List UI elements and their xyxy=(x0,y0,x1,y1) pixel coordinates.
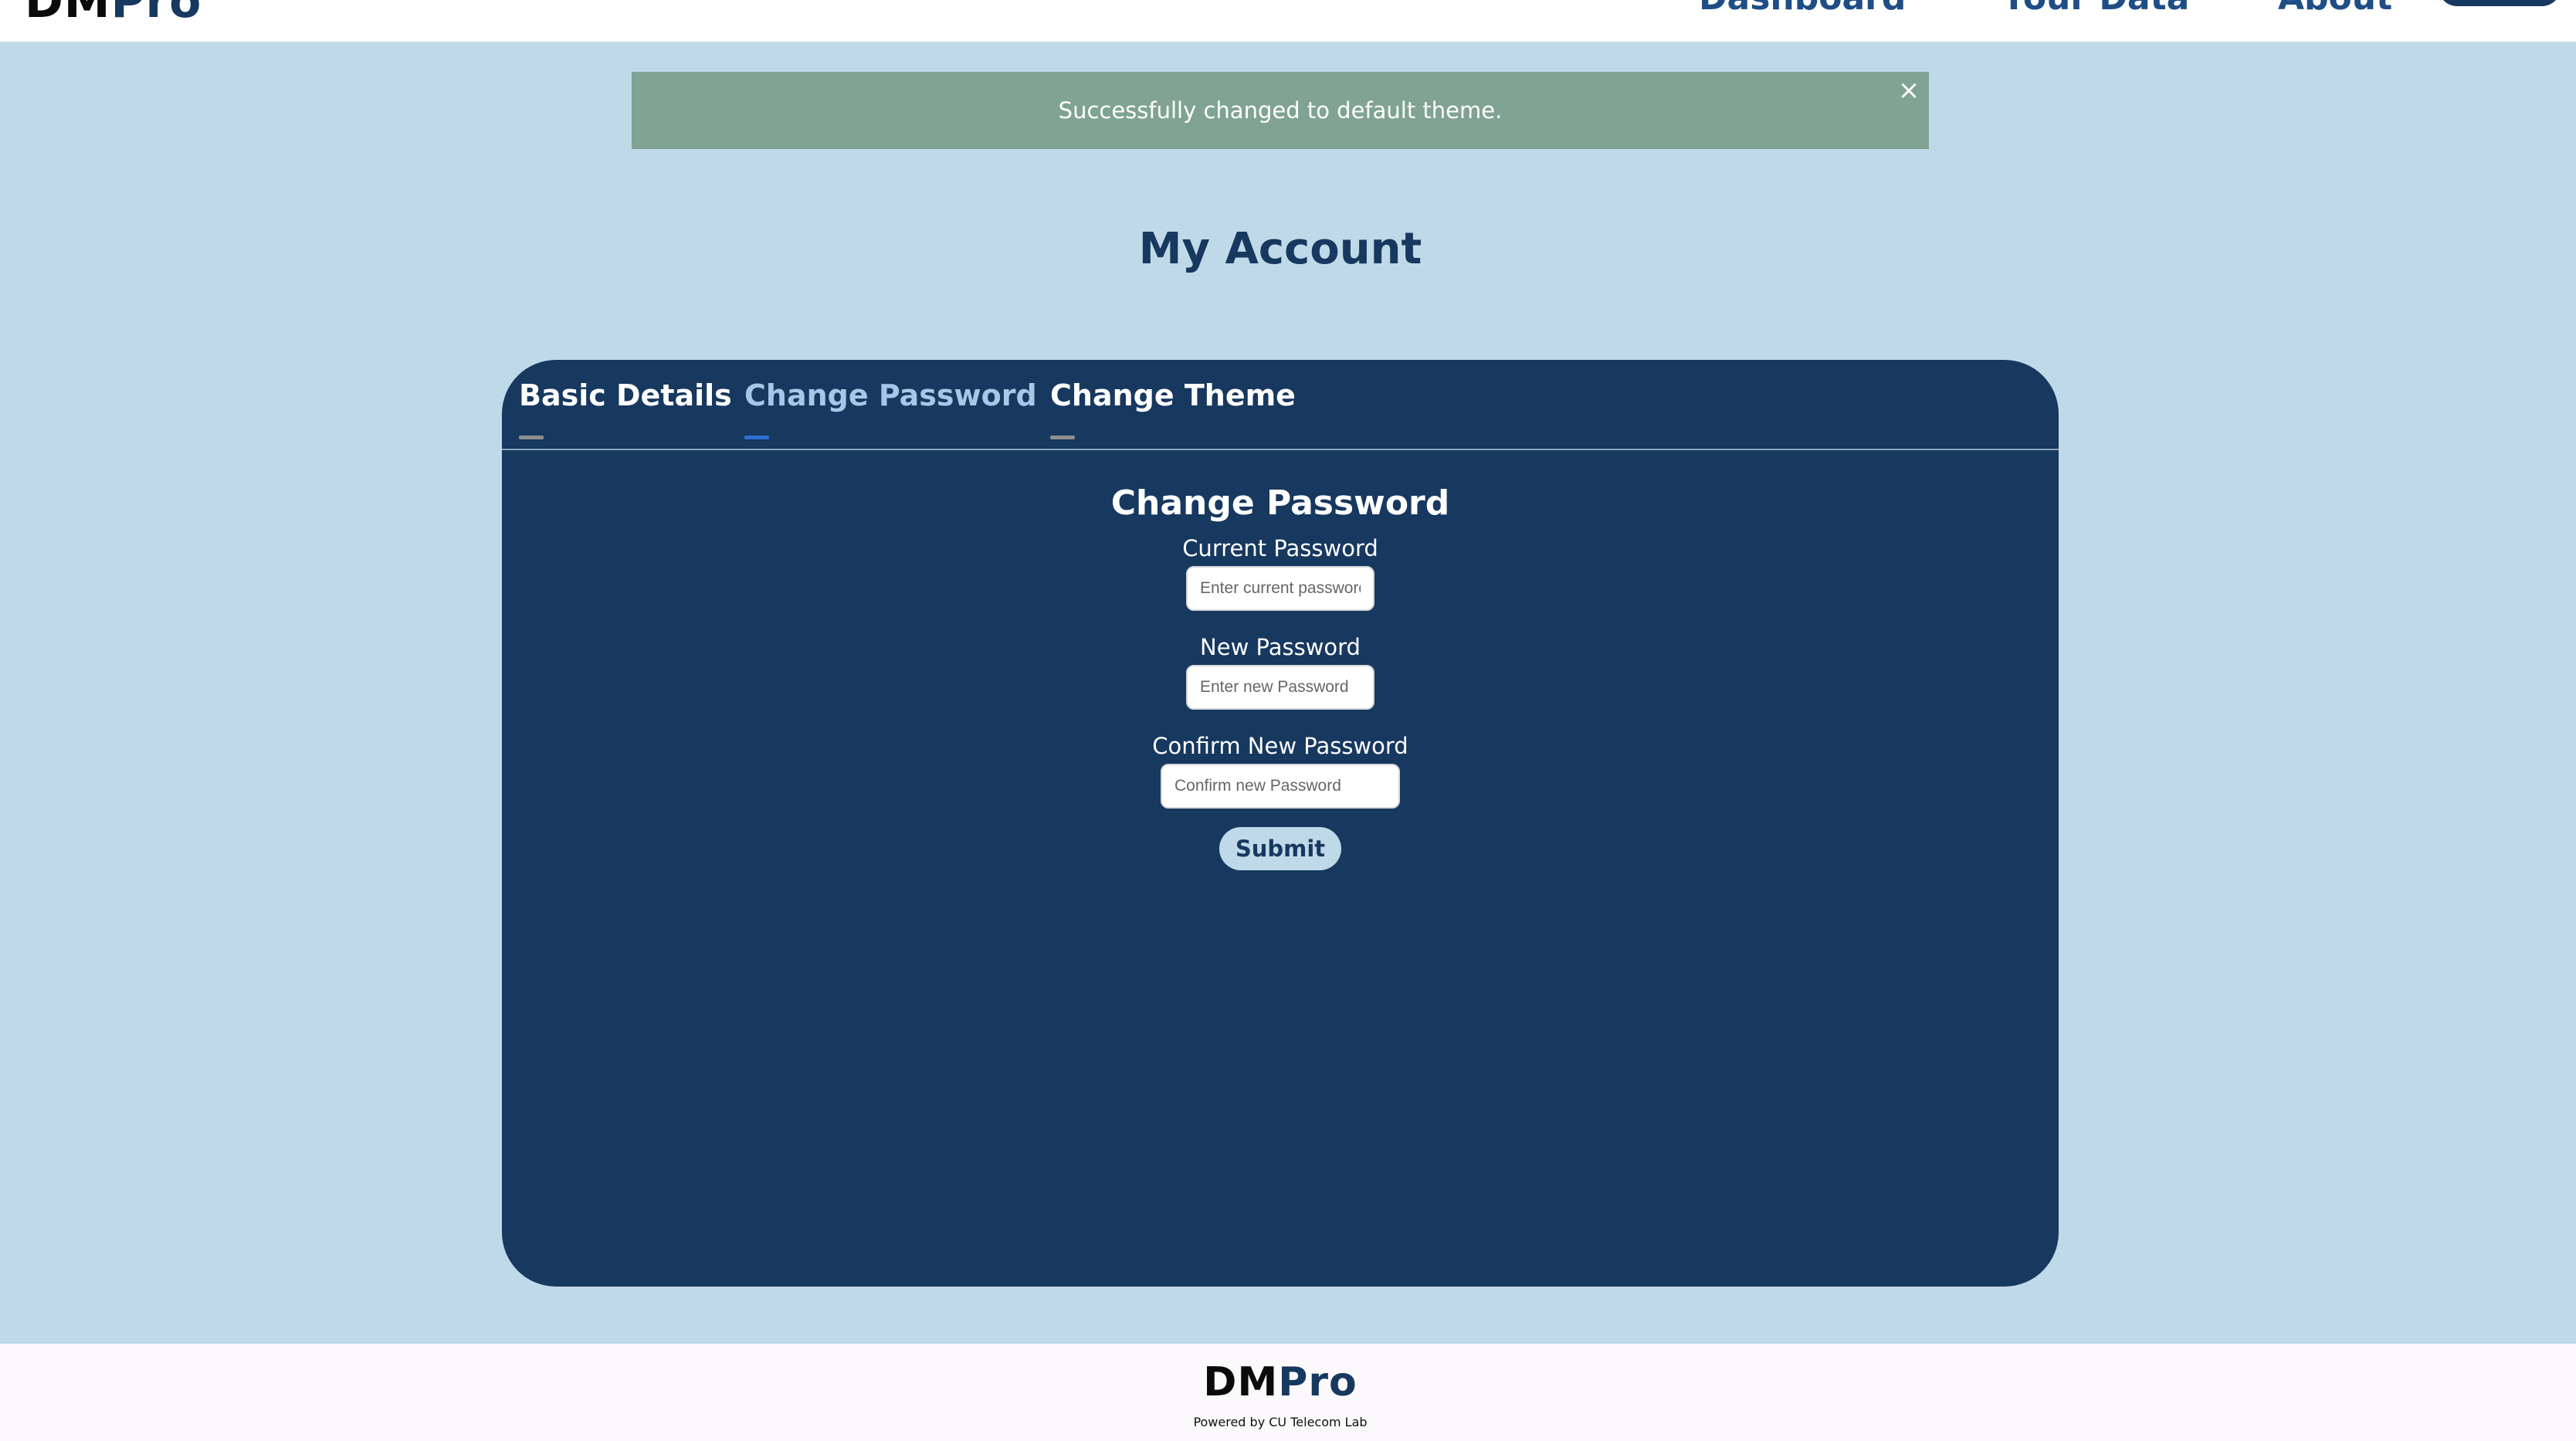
nav-account-button[interactable] xyxy=(2439,0,2561,6)
close-icon[interactable]: × xyxy=(1895,76,1923,104)
top-navbar: DMPro Dashboard Your Data About xyxy=(0,0,2576,42)
tab-indicator xyxy=(519,436,544,439)
tab-divider xyxy=(502,449,2059,450)
tab-indicator xyxy=(744,436,769,439)
confirm-password-group: Confirm New Password xyxy=(502,733,2059,809)
current-password-group: Current Password xyxy=(502,535,2059,611)
new-password-group: New Password xyxy=(502,634,2059,710)
footer: DMPro Powered by CU Telecom Lab xyxy=(0,1344,2576,1441)
footer-brand: DMPro xyxy=(0,1359,2561,1405)
brand-dm: DM xyxy=(25,0,111,29)
tab-indicator xyxy=(1050,436,1075,439)
confirm-password-label: Confirm New Password xyxy=(1152,733,1408,759)
tab-basic-details[interactable]: Basic Details xyxy=(519,378,732,439)
success-alert: Successfully changed to default theme. × xyxy=(632,72,1929,149)
alert-message: Successfully changed to default theme. xyxy=(1058,97,1503,124)
current-password-input[interactable] xyxy=(1186,566,1374,611)
change-password-form: Change Password Current Password New Pas… xyxy=(502,483,2059,870)
footer-brand-dm: DM xyxy=(1203,1359,1279,1405)
tab-change-password[interactable]: Change Password xyxy=(744,378,1037,439)
confirm-password-input[interactable] xyxy=(1161,764,1400,809)
powered-by-text: Powered by CU Telecom Lab xyxy=(1193,1415,1368,1429)
new-password-label: New Password xyxy=(1200,634,1361,660)
tab-change-theme[interactable]: Change Theme xyxy=(1050,378,1296,439)
tab-label: Change Password xyxy=(744,378,1037,412)
nav-link-your-data[interactable]: Your Data xyxy=(2001,0,2189,22)
page-title: My Account xyxy=(1138,224,1422,274)
page: DMPro Dashboard Your Data About Successf… xyxy=(0,0,2576,1441)
tab-label: Basic Details xyxy=(519,378,732,412)
account-card: Basic Details Change Password Change The… xyxy=(502,360,2059,1287)
current-password-label: Current Password xyxy=(1182,535,1378,561)
form-heading: Change Password xyxy=(1110,483,1450,523)
brand-logo[interactable]: DMPro xyxy=(25,0,202,29)
brand-pro: Pro xyxy=(110,0,202,29)
nav-link-about[interactable]: About xyxy=(2278,0,2392,22)
submit-button[interactable]: Submit xyxy=(1219,827,1341,870)
nav-link-dashboard[interactable]: Dashboard xyxy=(1699,0,1906,22)
tab-bar: Basic Details Change Password Change The… xyxy=(502,360,2059,449)
new-password-input[interactable] xyxy=(1186,665,1374,710)
footer-brand-pro: Pro xyxy=(1278,1359,1357,1405)
tab-label: Change Theme xyxy=(1050,378,1296,412)
